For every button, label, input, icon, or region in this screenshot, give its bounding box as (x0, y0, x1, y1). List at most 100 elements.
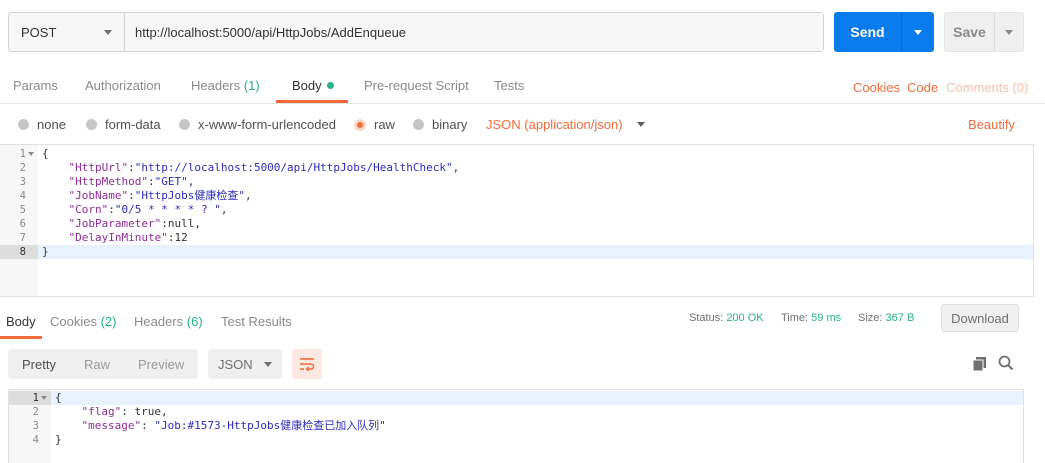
send-button[interactable]: Send (834, 12, 934, 52)
time-value: 59 ms (811, 312, 842, 324)
tab-body[interactable]: Body (292, 78, 334, 93)
pretty-button[interactable]: Pretty (8, 357, 70, 372)
radio-urlencoded-label: x-www-form-urlencoded (198, 117, 336, 132)
fold-arrow-icon[interactable] (41, 396, 47, 400)
brace: } (55, 433, 62, 446)
line-number: 2 (19, 162, 26, 174)
url-input[interactable]: http://localhost:5000/api/HttpJobs/AddEn… (125, 13, 823, 51)
line-number: 2 (32, 406, 39, 418)
tab-prerequest-script[interactable]: Pre-request Script (364, 78, 469, 93)
radio-circle-icon (413, 119, 424, 130)
request-bar: POST http://localhost:5000/api/HttpJobs/… (8, 12, 824, 52)
tab-response-body[interactable]: Body (6, 314, 36, 329)
radio-circle-icon (18, 119, 29, 130)
json-value: true (134, 405, 162, 418)
radio-raw[interactable]: raw (354, 117, 395, 132)
tab-test-results[interactable]: Test Results (221, 314, 292, 329)
comments-link[interactable]: Comments (0) (946, 80, 1028, 95)
tab-response-cookies[interactable]: Cookies (2) (50, 314, 116, 329)
code-line: 6 "JobParameter":null, (0, 217, 1033, 231)
json-value: 12 (174, 231, 188, 244)
json-key: "HttpMethod" (68, 175, 148, 188)
send-label: Send (834, 12, 902, 52)
radio-circle-icon (179, 119, 190, 130)
modified-dot-icon (326, 82, 334, 90)
chevron-down-icon (636, 122, 645, 127)
line-number: 7 (19, 232, 26, 244)
line-number: 5 (19, 204, 26, 216)
download-button[interactable]: Download (941, 304, 1019, 332)
request-tabs: Params Authorization Headers (1) Body Pr… (0, 66, 1045, 104)
tab-headers[interactable]: Headers (1) (191, 78, 260, 93)
time-label: Time: (781, 312, 809, 324)
cookies-count: (2) (100, 314, 117, 329)
size-readout: Size: 367 B (858, 312, 914, 324)
radio-none-label: none (37, 117, 66, 132)
radio-form-data[interactable]: form-data (86, 117, 161, 132)
tab-body-label: Body (292, 78, 322, 93)
status-value: 200 OK (726, 312, 764, 324)
line-number: 4 (19, 190, 26, 202)
response-body-viewer[interactable]: 1 { 2 "flag": true, 3 "message": "Job:#1… (8, 389, 1024, 463)
save-button[interactable]: Save (944, 12, 1024, 52)
request-body-editor[interactable]: 1 { 2 "HttpUrl":"http://localhost:5000/a… (0, 144, 1034, 297)
line-number: 3 (19, 176, 26, 188)
method-select[interactable]: POST (9, 13, 125, 51)
json-key: "JobParameter" (68, 217, 162, 230)
brace: { (55, 391, 62, 404)
json-key: "DelayInMinute" (68, 231, 168, 244)
brace: { (42, 147, 49, 160)
tab-headers-label: Headers (191, 78, 241, 93)
raw-button[interactable]: Raw (70, 357, 124, 372)
method-label: POST (21, 24, 57, 40)
radio-none[interactable]: none (18, 117, 66, 132)
send-options-button[interactable] (902, 12, 934, 52)
response-view-toggle: Pretty Raw Preview (8, 349, 198, 379)
wrap-lines-button[interactable] (292, 349, 322, 379)
size-label: Size: (858, 312, 883, 324)
headers-count: (1) (243, 78, 260, 93)
code-line: 2 "flag": true, (9, 405, 1023, 419)
tab-authorization[interactable]: Authorization (85, 78, 161, 93)
preview-button[interactable]: Preview (124, 357, 198, 372)
radio-urlencoded[interactable]: x-www-form-urlencoded (179, 117, 336, 132)
cookies-link[interactable]: Cookies (853, 80, 900, 95)
wrap-lines-icon (300, 358, 315, 371)
status-readout: Status: 200 OK (689, 312, 764, 324)
tab-response-headers[interactable]: Headers (6) (134, 314, 203, 329)
save-label: Save (945, 13, 995, 51)
tab-tests[interactable]: Tests (494, 78, 524, 93)
active-tab-indicator (0, 336, 42, 339)
chevron-down-icon (264, 361, 272, 367)
status-label: Status: (689, 312, 724, 324)
response-headers-count: (6) (186, 314, 203, 329)
content-type-select[interactable]: JSON (application/json) (486, 117, 645, 132)
json-key: "HttpUrl" (68, 161, 129, 174)
search-icon[interactable] (998, 355, 1014, 371)
fold-arrow-icon[interactable] (28, 152, 34, 156)
json-value: "Job:#1573-HttpJobs健康检查已加入队列" (154, 419, 386, 432)
line-number: 3 (32, 420, 39, 432)
json-value: "0/5 * * * * ? " (114, 203, 221, 216)
beautify-link[interactable]: Beautify (968, 117, 1015, 132)
code-line: 4 "JobName":"HttpJobs健康检查", (0, 189, 1033, 203)
tab-headers-label: Headers (134, 314, 184, 329)
active-tab-indicator (276, 100, 348, 103)
radio-checked-icon (354, 118, 366, 131)
chevron-down-icon (104, 29, 112, 35)
save-options-button[interactable] (995, 13, 1023, 51)
code-link[interactable]: Code (907, 80, 938, 95)
radio-binary[interactable]: binary (413, 117, 467, 132)
copy-icon[interactable] (972, 356, 988, 372)
chevron-down-icon (914, 29, 922, 35)
brace: } (42, 245, 49, 258)
code-line: 3 "HttpMethod":"GET", (0, 175, 1033, 189)
line-number: 4 (32, 434, 39, 446)
code-line-active: 1 { (9, 391, 1023, 405)
json-value: null (167, 217, 195, 230)
tab-params[interactable]: Params (13, 78, 58, 93)
response-format-select[interactable]: JSON (208, 349, 282, 379)
time-readout: Time: 59 ms (781, 312, 841, 324)
chevron-down-icon (1005, 29, 1013, 35)
json-key: "message" (81, 419, 142, 432)
